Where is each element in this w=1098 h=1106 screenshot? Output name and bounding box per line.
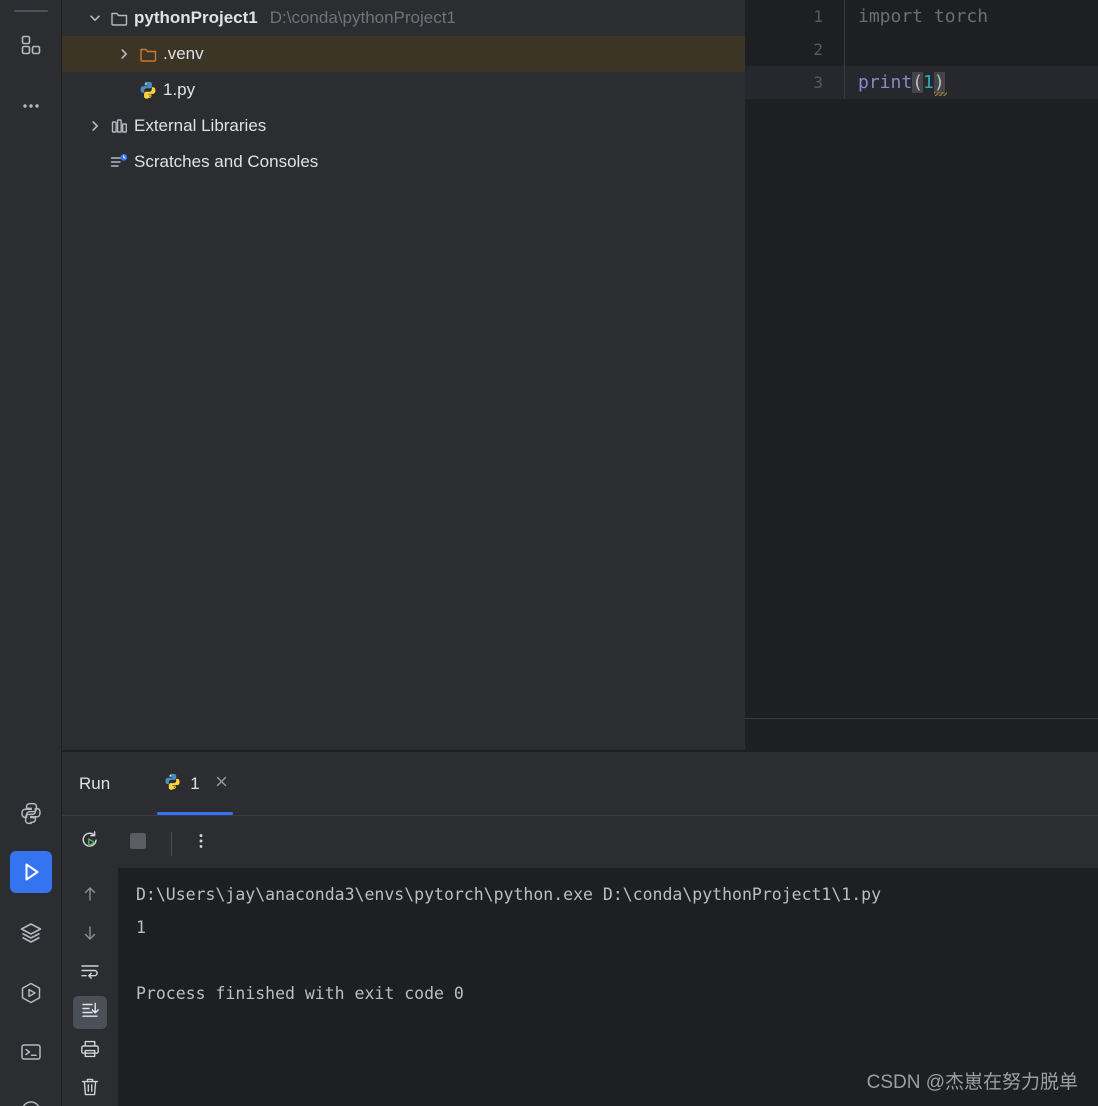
code-token-close-paren: ) [933,72,947,96]
folder-orange-icon [135,36,161,72]
hexagon-play-icon [19,981,43,1005]
sidebar-item-more-tool-windows[interactable] [10,85,52,127]
chevron-right-icon[interactable] [113,36,135,72]
run-tab-label: 1 [190,773,200,793]
sidebar-item-terminal[interactable] [10,1031,52,1073]
console-line: Process finished with exit code 0 [136,984,464,1003]
left-tool-sidebar [0,0,62,1106]
python-file-icon [135,72,161,108]
tree-item-label: Scratches and Consoles [134,152,319,171]
layers-icon [19,921,43,945]
console-line: D:\Users\jay\anaconda3\envs\pytorch\pyth… [136,885,882,904]
editor-line[interactable]: 3 print(1) [745,66,1098,99]
soft-wrap-button[interactable] [73,957,107,990]
grid-squares-icon [20,34,42,56]
tree-item-label: External Libraries [134,116,267,135]
csdn-watermark: CSDN @杰崽在努力脱单 [866,1072,1078,1093]
toolbar-divider [171,831,172,856]
console-output-area[interactable]: D:\Users\jay\anaconda3\envs\pytorch\pyth… [118,868,1098,1106]
printer-icon [79,1038,101,1065]
folder-icon [106,0,132,36]
sidebar-item-run[interactable] [10,851,52,893]
run-toolbar [62,815,1098,871]
clear-all-button[interactable] [73,1073,107,1106]
run-tab-1[interactable]: 1 [157,752,238,815]
line-number: 3 [813,73,823,92]
stop-button[interactable] [121,827,155,861]
sidebar-item-services[interactable] [10,912,52,954]
line-number: 2 [813,40,823,59]
sidebar-item-project[interactable] [10,24,52,66]
rerun-button[interactable] [73,827,107,861]
next-occurrence-button[interactable] [73,919,107,952]
tree-item-label: .venv [163,44,204,63]
scroll-to-end-icon [79,999,101,1026]
more-options-button[interactable] [184,827,218,861]
prev-occurrence-button[interactable] [73,880,107,913]
sidebar-top-divider [14,10,48,12]
run-panel-title: Run [79,773,111,793]
console-line: 1 [136,918,146,937]
arrow-up-icon [80,884,100,909]
code-token-number: 1 [923,72,934,93]
python-icon [19,801,43,825]
line-number: 1 [813,7,823,26]
trash-icon [79,1076,101,1103]
scratches-icon [106,144,132,180]
chevron-down-icon[interactable] [84,0,106,36]
tree-row[interactable]: .venv [62,36,745,72]
console-side-toolbar [62,868,118,1106]
tree-row[interactable]: Scratches and Consoles [62,144,745,180]
tree-row[interactable]: pythonProject1 D:\conda\pythonProject1 [62,0,745,36]
scroll-to-end-button[interactable] [72,996,107,1029]
stop-square-icon [129,832,147,855]
sidebar-item-python-packages[interactable] [10,1090,52,1106]
line-content: print(1) [844,66,947,99]
close-icon[interactable] [214,774,229,794]
terminal-icon [19,1040,43,1064]
editor-line[interactable]: 2 [745,33,1098,66]
code-token-import: import torch [858,6,989,27]
run-play-icon [18,859,44,885]
ellipsis-icon [20,95,42,117]
run-tab-bar: Run 1 [62,752,1098,815]
kebab-menu-icon [192,832,210,855]
tree-item-path: D:\conda\pythonProject1 [269,8,456,27]
tree-item-label: pythonProject1 [134,8,258,27]
rerun-icon [79,830,101,857]
editor-line[interactable]: 1 import torch [745,0,1098,33]
code-editor[interactable]: 1 import torch 2 3 print(1) [745,0,1098,718]
code-token-open-paren: ( [912,72,924,93]
tree-item-label: 1.py [163,80,196,99]
print-button[interactable] [73,1035,107,1068]
code-token-print: print [858,72,913,93]
arrow-down-icon [80,923,100,948]
pycharm-window: pythonProject1 D:\conda\pythonProject1 .… [0,0,1098,1106]
sidebar-item-python-console[interactable] [10,792,52,834]
tree-row[interactable]: 1.py [62,72,745,108]
soft-wrap-icon [79,960,101,987]
line-content [844,33,858,66]
library-icon [106,108,132,144]
circle-icon [19,1099,43,1106]
python-file-icon [163,772,182,796]
project-tool-window: pythonProject1 D:\conda\pythonProject1 .… [62,0,745,750]
line-content: import torch [844,0,988,33]
sidebar-item-problems[interactable] [10,972,52,1014]
chevron-right-icon[interactable] [84,108,106,144]
run-console: D:\Users\jay\anaconda3\envs\pytorch\pyth… [62,868,1098,1106]
editor-below-filler [745,719,1098,750]
tree-row[interactable]: External Libraries [62,108,745,144]
